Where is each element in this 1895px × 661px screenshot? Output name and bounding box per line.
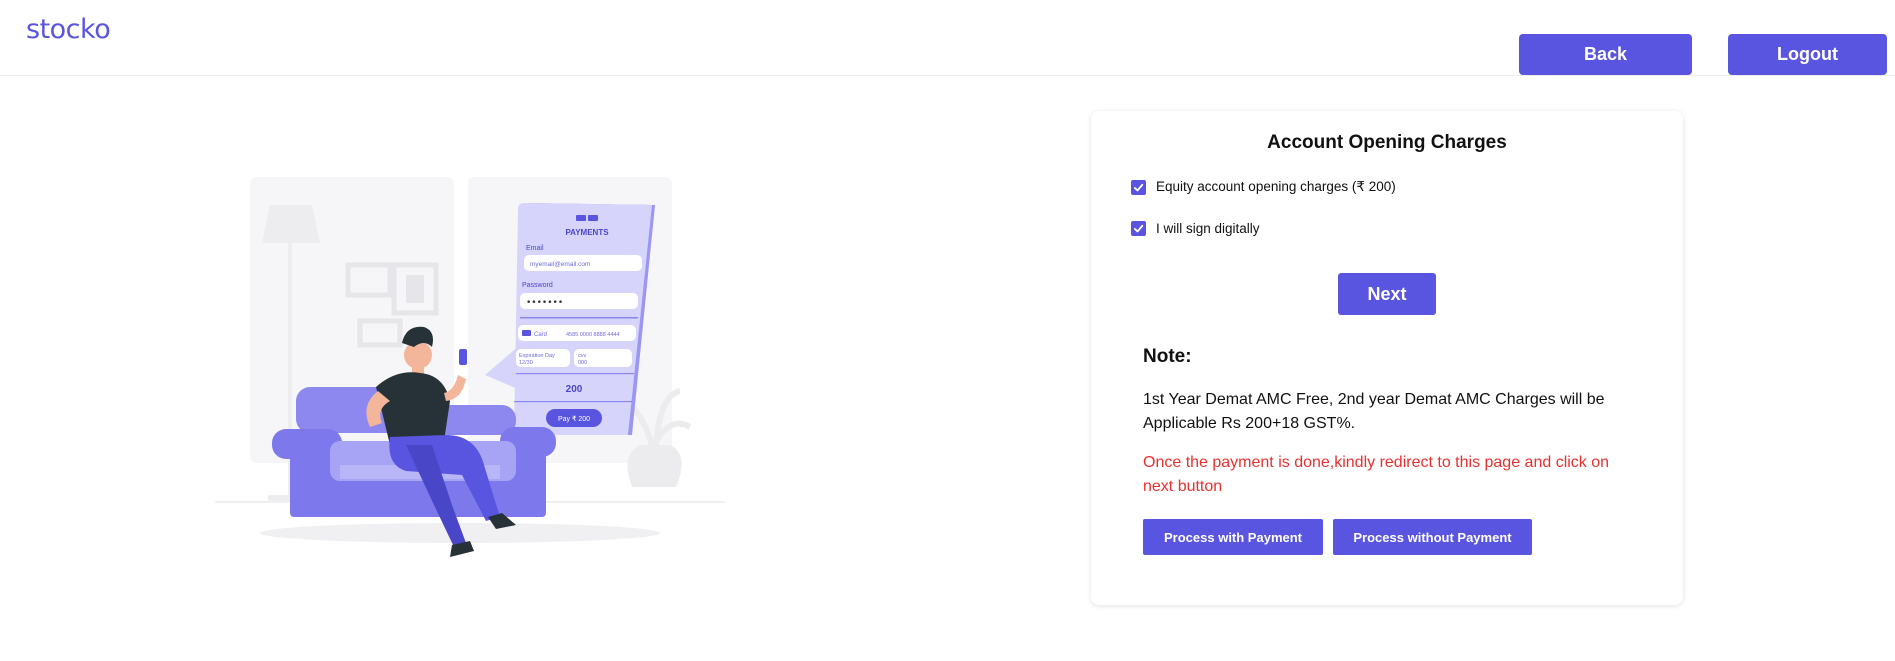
card-title: Account Opening Charges [1267, 132, 1507, 153]
process-without-payment-button[interactable]: Process without Payment [1333, 519, 1532, 555]
account-opening-card: Account Opening Charges Equity account o… [1091, 111, 1683, 605]
next-button[interactable]: Next [1338, 273, 1436, 315]
process-with-payment-button[interactable]: Process with Payment [1143, 519, 1323, 555]
payment-illustration: PAYMENTS Email myemail@email.com Passwor… [215, 177, 725, 557]
cvv-value: 000 [578, 360, 587, 366]
sign-digitally-option[interactable]: I will sign digitally [1131, 221, 1260, 236]
amount-value: 200 [566, 384, 583, 395]
payments-title: PAYMENTS [565, 228, 609, 237]
note-title: Note: [1143, 346, 1192, 367]
top-header: stocko Back Logout [0, 0, 1895, 76]
email-value: myemail@email.com [530, 261, 590, 268]
pay-button-label: Pay ₹ 200 [558, 415, 590, 423]
note-text: 1st Year Demat AMC Free, 2nd year Demat … [1143, 391, 1605, 432]
equity-charges-label: Equity account opening charges (₹ 200) [1156, 179, 1396, 194]
expiration-label: Expiration Day [519, 353, 555, 359]
payment-redirect-warning: Once the payment is done,kindly redirect… [1143, 454, 1610, 495]
password-label: Password [522, 282, 553, 289]
cvv-label: cvv [578, 353, 587, 359]
back-button[interactable]: Back [1519, 34, 1692, 75]
checkmark-icon [1133, 183, 1144, 191]
equity-charges-option[interactable]: Equity account opening charges (₹ 200) [1131, 179, 1396, 195]
equity-charges-checkbox[interactable] [1131, 179, 1146, 195]
checkmark-icon [1133, 224, 1144, 233]
stocko-logo[interactable]: stocko [26, 14, 111, 45]
logout-button[interactable]: Logout [1728, 34, 1887, 75]
card-number: 4585 0000 8888 4444 [566, 332, 620, 338]
sign-digitally-checkbox[interactable] [1131, 221, 1146, 236]
card-label: Card [534, 332, 548, 338]
email-label: Email [526, 245, 544, 252]
sign-digitally-label: I will sign digitally [1156, 221, 1260, 236]
expiration-value: 12/30 [519, 360, 533, 366]
password-value: ••••••• [526, 298, 563, 308]
